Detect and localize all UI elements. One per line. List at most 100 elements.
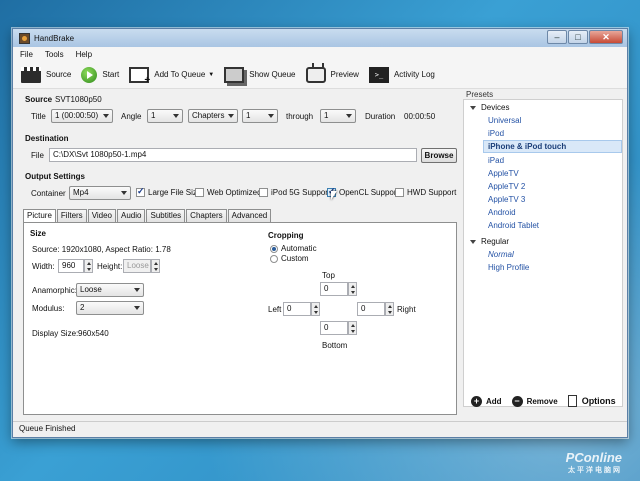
preset-ipad[interactable]: iPad — [488, 156, 504, 165]
width-input[interactable]: 960 — [58, 259, 84, 273]
remove-preset-button[interactable]: − Remove — [511, 395, 558, 407]
output-settings-heading: Output Settings — [25, 172, 85, 181]
range-to-select[interactable]: 1 — [320, 109, 356, 123]
crop-top-spin-buttons[interactable] — [348, 282, 357, 296]
tab-audio[interactable]: Audio — [117, 209, 146, 222]
options-button[interactable]: Options — [567, 395, 616, 407]
browse-button[interactable]: Browse — [421, 148, 457, 163]
tab-picture[interactable]: Picture — [23, 209, 56, 223]
modulus-value: 2 — [80, 303, 85, 312]
tv-icon — [305, 66, 326, 83]
crop-bottom-spin-buttons[interactable] — [348, 321, 357, 335]
menu-help[interactable]: Help — [76, 50, 92, 59]
checkbox-unchecked — [195, 188, 204, 197]
show-queue-button[interactable]: Show Queue — [224, 66, 296, 83]
preset-buttons: + Add − Remove Options — [461, 391, 627, 411]
crop-right-input[interactable]: 0 — [357, 302, 385, 316]
picture-tab-panel: Size Source: 1920x1080, Aspect Ratio: 1.… — [23, 222, 457, 415]
add-to-queue-label: Add To Queue — [154, 70, 206, 79]
title-select[interactable]: 1 (00:00:50) — [51, 109, 113, 123]
expand-triangle-icon[interactable] — [470, 105, 476, 110]
crop-automatic-radio[interactable]: Automatic — [270, 244, 317, 253]
watermark-brand: PConline — [565, 450, 622, 465]
display-size-value: 960x540 — [78, 329, 109, 338]
preview-label: Preview — [330, 70, 359, 79]
angle-select[interactable]: 1 — [147, 109, 183, 123]
angle-label: Angle — [121, 112, 142, 121]
range-from-select[interactable]: 1 — [242, 109, 278, 123]
menu-file[interactable]: File — [20, 50, 33, 59]
large-file-size-checkbox[interactable]: Large File Size — [136, 186, 201, 197]
preset-android-tablet[interactable]: Android Tablet — [488, 221, 539, 230]
tab-chapters[interactable]: Chapters — [186, 209, 227, 222]
modulus-select[interactable]: 2 — [76, 301, 144, 315]
preset-universal[interactable]: Universal — [488, 116, 521, 125]
chevron-down-icon — [346, 114, 352, 118]
chevron-down-icon — [134, 306, 140, 310]
tab-advanced[interactable]: Advanced — [227, 209, 272, 222]
crop-left-spin-buttons[interactable] — [311, 302, 320, 316]
presets-heading: Presets — [466, 90, 494, 99]
start-button[interactable]: Start — [81, 66, 119, 83]
web-optimized-checkbox[interactable]: Web Optimized — [195, 188, 262, 197]
title-label: Title — [31, 112, 46, 121]
anamorphic-select[interactable]: Loose — [76, 283, 144, 297]
preset-appletv[interactable]: AppleTV — [488, 169, 519, 178]
duration-value: 00:00:50 — [404, 112, 436, 121]
source-heading: Source — [25, 95, 53, 104]
activity-log-button[interactable]: >_ Activity Log — [368, 66, 435, 83]
crop-right-spin-buttons[interactable] — [385, 302, 394, 316]
hwd-checkbox[interactable]: HWD Support — [395, 188, 456, 197]
toolbar: Source Start Add To Queue ▼ Show Queue P… — [13, 61, 627, 89]
width-spin-buttons[interactable] — [84, 259, 93, 273]
minimize-button[interactable]: – — [547, 30, 567, 44]
preset-high-profile[interactable]: High Profile — [488, 263, 529, 272]
tree-group-devices[interactable]: Devices — [470, 103, 509, 112]
status-bar: Queue Finished — [13, 421, 627, 437]
preset-appletv-3[interactable]: AppleTV 3 — [488, 195, 525, 204]
tab-filters[interactable]: Filters — [56, 209, 87, 222]
tab-video[interactable]: Video — [87, 209, 117, 222]
handbrake-app-icon — [19, 32, 30, 44]
menu-tools[interactable]: Tools — [45, 50, 64, 59]
preset-normal[interactable]: Normal — [488, 250, 514, 259]
crop-top-input[interactable]: 0 — [320, 282, 348, 296]
maximize-button[interactable]: □ — [568, 30, 588, 44]
preset-appletv-2[interactable]: AppleTV 2 — [488, 182, 525, 191]
close-button[interactable]: ✕ — [589, 30, 623, 44]
add-to-queue-button[interactable]: Add To Queue ▼ — [129, 66, 214, 86]
title-bar[interactable]: HandBrake – □ ✕ — [13, 29, 627, 47]
source-info: Source: 1920x1080, Aspect Ratio: 1.78 — [32, 245, 171, 254]
crop-left-label: Left — [268, 305, 282, 314]
opencl-checkbox[interactable]: OpenCL Support — [327, 186, 399, 197]
options-label: Options — [581, 396, 616, 406]
height-label: Height: — [97, 262, 123, 271]
range-to-value: 1 — [324, 111, 329, 120]
chevron-down-icon — [173, 114, 179, 118]
add-preset-button[interactable]: + Add — [471, 395, 502, 407]
tab-subtitles[interactable]: Subtitles — [146, 209, 186, 222]
preset-iphone-ipod-touch[interactable]: iPhone & iPod touch — [483, 140, 622, 153]
preset-ipod[interactable]: iPod — [488, 129, 504, 138]
ipod-5g-checkbox[interactable]: iPod 5G Support — [259, 188, 330, 197]
checkbox-unchecked — [395, 188, 404, 197]
container-select[interactable]: Mp4 — [69, 186, 131, 200]
crop-bottom-label: Bottom — [322, 341, 348, 350]
preview-button[interactable]: Preview — [305, 66, 359, 83]
expand-triangle-icon[interactable] — [470, 239, 476, 244]
chevron-down-icon — [134, 288, 140, 292]
plus-icon: + — [471, 395, 482, 407]
crop-bottom-input[interactable]: 0 — [320, 321, 348, 335]
chevron-down-icon[interactable]: ▼ — [208, 72, 214, 78]
file-path-input[interactable]: C:\DX\Svt 1080p50-1.mp4 — [49, 148, 417, 162]
source-button[interactable]: Source — [21, 66, 71, 83]
pconline-watermark: PConline 太平洋电脑网 — [566, 450, 622, 475]
tree-group-regular[interactable]: Regular — [470, 237, 509, 246]
presets-tree: Devices Universal iPod iPhone & iPod tou… — [463, 99, 623, 407]
preset-android[interactable]: Android — [488, 208, 516, 217]
range-type-select[interactable]: Chapters — [188, 109, 238, 123]
height-input: Loose — [123, 259, 151, 273]
crop-left-input[interactable]: 0 — [283, 302, 311, 316]
crop-custom-radio[interactable]: Custom — [270, 254, 309, 263]
width-label: Width: — [32, 262, 55, 271]
